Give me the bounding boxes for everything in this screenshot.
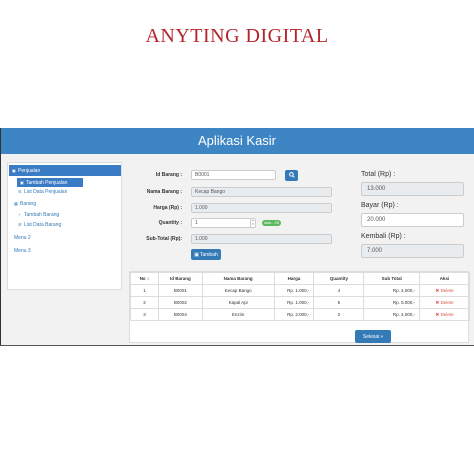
selesai-button[interactable]: Selesai »	[355, 330, 391, 343]
cell-nama-barang: Enzim	[201, 308, 275, 321]
cart-icon: ▣	[20, 179, 24, 185]
cell-id-barang: B0004	[157, 308, 203, 321]
stock-badge: stok : 26	[262, 220, 282, 226]
cell-sub-total: Rp. 5.000,-	[363, 296, 421, 309]
cell-aksi: ✖ Delete	[419, 296, 470, 309]
total-label: Total (Rp) :	[361, 171, 396, 178]
cart-icon: ▣	[194, 251, 199, 258]
cell-harga: Rp. 1.000,-	[273, 296, 315, 309]
harga-field: 1.000	[191, 203, 332, 213]
cell-no: 1	[130, 284, 159, 297]
cell-harga: Rp. 2.000,-	[273, 308, 315, 321]
delete-link[interactable]: ✖ Delete	[436, 312, 454, 317]
column-header-harga[interactable]: Harga	[273, 272, 315, 285]
quantity-stepper[interactable]: 1	[191, 218, 256, 228]
nama-barang-label: Nama Barang :	[146, 189, 182, 195]
search-button[interactable]	[285, 170, 298, 181]
table-row: 3 B0004 Enzim Rp. 2.000,- 2 Rp. 4.000,- …	[130, 308, 470, 321]
table-row: 1 B0001 Kecap Bango Rp. 1.000,- 4 Rp. 4.…	[130, 284, 470, 297]
column-header-id-barang[interactable]: Id Barang	[157, 272, 203, 285]
sidebar-item-label: List Data Penjualan	[24, 189, 68, 195]
cell-harga: Rp. 1.000,-	[273, 284, 315, 297]
kembali-field: 7.000	[361, 244, 464, 258]
column-header-aksi[interactable]: Aksi	[419, 272, 470, 285]
tambah-button[interactable]: ▣ Tambah	[191, 249, 221, 260]
sidebar: ▣ Penjualan ▣ Tambah Penjualan ☰ List Da…	[7, 162, 122, 290]
quantity-value: 1	[195, 220, 198, 226]
selesai-button-label: Selesai	[362, 333, 380, 340]
cell-no: 3	[130, 308, 159, 321]
list-icon: ☰	[18, 222, 22, 227]
id-barang-input[interactable]	[191, 170, 276, 180]
sidebar-item-label: Menu 3	[14, 248, 31, 254]
sidebar-item-tambah-penjualan[interactable]: ▣ Tambah Penjualan	[17, 178, 83, 187]
sidebar-item-label: List Data Barang	[24, 222, 62, 228]
tambah-button-label: Tambah	[199, 251, 218, 258]
window-edge	[0, 128, 1, 346]
kembali-label: Kembali (Rp) :	[361, 233, 406, 240]
bayar-label: Bayar (Rp) :	[361, 202, 399, 209]
app-window: Aplikasi Kasir ▣ Penjualan ▣ Tambah Penj…	[0, 128, 474, 346]
cubes-icon: ▦	[14, 201, 18, 206]
cart-table: No ↕ Id Barang Nama Barang Harga Quantit…	[129, 271, 470, 343]
id-barang-label: Id Barang :	[155, 172, 182, 178]
table-row: 2 B0002 Kapal Api Rp. 1.000,- 5 Rp. 5.00…	[130, 296, 470, 309]
cell-aksi: ✖ Delete	[419, 308, 470, 321]
sidebar-item-label: Barang	[20, 201, 37, 207]
cell-sub-total: Rp. 4.000,-	[363, 308, 421, 321]
nama-barang-field: Kecap Bango	[191, 187, 332, 197]
cell-nama-barang: Kapal Api	[201, 296, 275, 309]
chevron-right-icon: »	[380, 333, 384, 340]
sidebar-item-label: Menu 2	[14, 235, 31, 241]
quantity-label: Quantity :	[158, 220, 182, 226]
cell-quantity: 5	[313, 296, 365, 309]
column-header-sub-total[interactable]: Sub Total	[363, 272, 421, 285]
subtotal-label: Sub-Total (Rp):	[146, 236, 182, 242]
table-header-row: No ↕ Id Barang Nama Barang Harga Quantit…	[130, 272, 470, 285]
quantity-spin-buttons[interactable]: ▴ ▾	[250, 218, 255, 228]
column-header-no[interactable]: No ↕	[130, 272, 159, 285]
search-icon	[288, 171, 295, 180]
cell-id-barang: B0002	[157, 296, 203, 309]
subtotal-field: 1.000	[191, 234, 332, 244]
total-field: 13.000	[361, 182, 464, 196]
sidebar-item-tambah-barang[interactable]: + Tambah Barang	[18, 212, 59, 218]
cell-id-barang: B0001	[157, 284, 203, 297]
sidebar-item-list-barang[interactable]: ☰ List Data Barang	[18, 222, 61, 228]
sidebar-item-menu-3[interactable]: Menu 3	[14, 248, 31, 254]
cart-icon: ▣	[12, 167, 16, 173]
sidebar-item-label: Tambah Barang	[24, 212, 60, 218]
sidebar-item-menu-2[interactable]: Menu 2	[14, 235, 31, 241]
sidebar-item-list-penjualan[interactable]: ☰ List Data Penjualan	[18, 189, 67, 195]
sidebar-item-barang[interactable]: ▦ Barang	[14, 201, 36, 207]
cell-quantity: 4	[313, 284, 365, 297]
cell-quantity: 2	[313, 308, 365, 321]
column-header-nama-barang[interactable]: Nama Barang	[201, 272, 275, 285]
sort-icon: ↕	[146, 276, 150, 281]
plus-icon: +	[18, 212, 21, 217]
delete-link[interactable]: ✖ Delete	[436, 288, 454, 293]
harga-label: Harga (Rp) :	[153, 205, 182, 211]
cell-aksi: ✖ Delete	[419, 284, 470, 297]
cell-nama-barang: Kecap Bango	[201, 284, 275, 297]
app-body: ▣ Penjualan ▣ Tambah Penjualan ☰ List Da…	[0, 154, 474, 346]
window-bottom-border	[0, 345, 474, 346]
sidebar-item-label: Penjualan	[18, 167, 41, 174]
bayar-input[interactable]: 20.000	[361, 213, 464, 227]
column-header-quantity[interactable]: Quantity	[313, 272, 365, 285]
list-icon: ☰	[18, 189, 22, 194]
app-header-title: Aplikasi Kasir	[0, 128, 474, 154]
sidebar-item-penjualan[interactable]: ▣ Penjualan	[9, 165, 121, 176]
cell-no: 2	[130, 296, 159, 309]
cell-sub-total: Rp. 4.000,-	[363, 284, 421, 297]
brand-title: ANYTING DIGITAL	[145, 25, 329, 47]
delete-link[interactable]: ✖ Delete	[436, 300, 454, 305]
sidebar-item-label: Tambah Penjualan	[26, 179, 68, 186]
